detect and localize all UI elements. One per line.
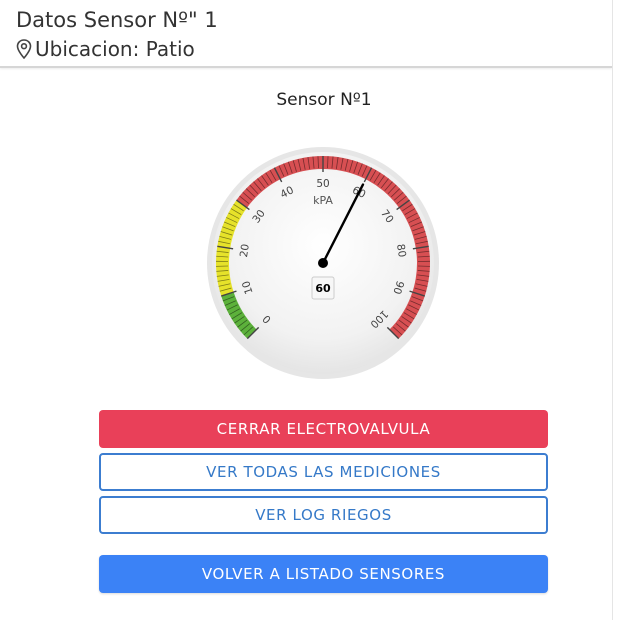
sensor-title: Sensor Nº1 [276,90,372,110]
location-text: Ubicacion: Patio [35,37,195,61]
gauge-value: 60 [315,282,331,295]
map-pin-icon [16,39,32,59]
gauge-minor-tick [317,156,319,169]
back-to-sensor-list-button[interactable]: VOLVER A LISTADO SENSORES [99,555,548,593]
page-header: Datos Sensor Nº" 1 Ubicacion: Patio [0,0,612,68]
gauge-tick-label: 20 [238,243,252,258]
gauge-minor-tick [327,156,329,169]
location-line: Ubicacion: Patio [16,37,195,61]
view-irrigation-log-button[interactable]: VER LOG RIEGOS [99,496,548,534]
pressure-gauge: 0102030405060708090100 kPA 60 [207,147,439,379]
page-title: Datos Sensor Nº" 1 [16,8,218,32]
gauge-unit: kPA [313,194,333,207]
gauge-tick-label: 80 [394,243,408,258]
close-valve-button[interactable]: CERRAR ELECTROVALVULA [99,410,548,448]
needle-hub [318,258,328,268]
view-measurements-button[interactable]: VER TODAS LAS MEDICIONES [99,453,548,491]
gauge-tick-label: 50 [316,178,329,190]
